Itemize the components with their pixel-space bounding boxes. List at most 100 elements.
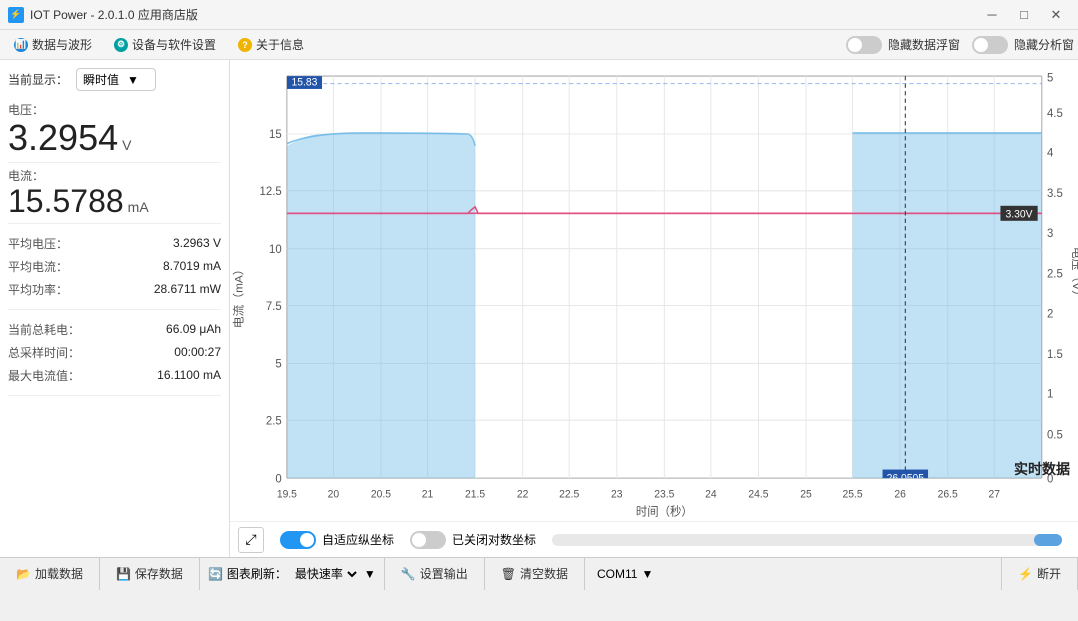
- close-button[interactable]: ✕: [1042, 5, 1070, 25]
- chart-refresh-select[interactable]: 最快速率: [291, 566, 360, 582]
- max-current-label: 最大电流值：: [8, 367, 80, 384]
- current-section: 电流： 15.5788 mA: [8, 163, 221, 224]
- voltage-unit: V: [122, 137, 131, 153]
- avg-current-row: 平均电流： 8.7019 mA: [8, 255, 221, 278]
- svg-text:电流（mA）: 电流（mA）: [232, 263, 246, 328]
- data-icon: 📊: [14, 38, 28, 52]
- com-port-value: COM11: [597, 567, 637, 581]
- scrollbar-thumb[interactable]: [1034, 534, 1062, 546]
- svg-text:2.5: 2.5: [266, 415, 282, 427]
- avg-current-value: 8.7019 mA: [163, 259, 221, 273]
- svg-text:26.5: 26.5: [938, 488, 958, 500]
- output-icon: 🔧: [401, 567, 416, 581]
- disconnect-button[interactable]: ⚡ 断开: [1002, 558, 1078, 590]
- hide-data-toggle[interactable]: [846, 36, 882, 54]
- display-mode-select[interactable]: 瞬时值 ▼: [76, 68, 156, 91]
- svg-text:1: 1: [1047, 389, 1053, 401]
- menu-about-label: 关于信息: [256, 36, 304, 53]
- com-dropdown-icon: ▼: [641, 567, 653, 581]
- max-current-value: 16.1100 mA: [157, 368, 221, 382]
- log-toggle[interactable]: [410, 531, 446, 549]
- realtime-label: 实时数据: [1014, 459, 1070, 479]
- avg-power-label: 平均功率：: [8, 281, 68, 298]
- svg-text:19.5: 19.5: [277, 488, 297, 500]
- current-unit: mA: [128, 199, 149, 215]
- svg-text:20.5: 20.5: [371, 488, 391, 500]
- svg-text:10: 10: [269, 244, 282, 256]
- total-power-label: 当前总耗电：: [8, 321, 80, 338]
- hide-analysis-toggle[interactable]: [972, 36, 1008, 54]
- svg-text:22.5: 22.5: [559, 488, 579, 500]
- chart-refresh-section: 🔄 图表刷新： 最快速率 ▼: [200, 558, 385, 590]
- avg-power-row: 平均功率： 28.6711 mW: [8, 278, 221, 301]
- sample-time-label: 总采样时间：: [8, 344, 80, 361]
- svg-text:0.5: 0.5: [1047, 429, 1063, 441]
- clear-icon: 🗑: [501, 567, 516, 581]
- total-power-row: 当前总耗电： 66.09 μAh: [8, 318, 221, 341]
- avg-voltage-value: 3.2963 V: [173, 236, 221, 250]
- sample-time-value: 00:00:27: [174, 345, 221, 359]
- app-title: IOT Power - 2.0.1.0 应用商店版: [30, 6, 198, 23]
- maximize-button[interactable]: □: [1010, 5, 1038, 25]
- svg-text:4.5: 4.5: [1047, 108, 1063, 120]
- svg-text:电压（V）: 电压（V）: [1070, 247, 1078, 302]
- svg-text:1.5: 1.5: [1047, 349, 1063, 361]
- svg-text:15: 15: [269, 129, 282, 141]
- save-data-button[interactable]: 💾 保存数据: [100, 558, 200, 590]
- waveform-chart: 0 2.5 5 7.5 10 12.5 15 电流（mA） 19.5 20 20…: [230, 60, 1078, 521]
- window-controls: ─ □ ✕: [978, 5, 1070, 25]
- about-icon: ?: [238, 38, 252, 52]
- menu-bar-right: 隐藏数据浮窗 隐藏分析窗: [846, 36, 1074, 54]
- svg-text:22: 22: [517, 488, 529, 500]
- svg-text:23: 23: [611, 488, 623, 500]
- chart-scrollbar[interactable]: [552, 534, 1062, 546]
- svg-text:25.5: 25.5: [843, 488, 863, 500]
- chart-refresh-icon: 🔄: [208, 567, 223, 581]
- save-icon: 💾: [116, 567, 131, 581]
- menu-bar: 📊 数据与波形 ⚙ 设备与软件设置 ? 关于信息 隐藏数据浮窗 隐藏分析窗: [0, 30, 1078, 60]
- title-bar-left: ⚡ IOT Power - 2.0.1.0 应用商店版: [8, 6, 198, 23]
- svg-text:4: 4: [1047, 147, 1054, 159]
- menu-item-settings[interactable]: ⚙ 设备与软件设置: [104, 32, 226, 57]
- set-output-button[interactable]: 🔧 设置输出: [385, 558, 485, 590]
- main-content: 当前显示： 瞬时值 ▼ 电压： 3.2954 V 电流： 15.5788 mA: [0, 60, 1078, 557]
- svg-text:21.5: 21.5: [465, 488, 485, 500]
- chart-area: 0 2.5 5 7.5 10 12.5 15 电流（mA） 19.5 20 20…: [230, 60, 1078, 557]
- chart-container[interactable]: 0 2.5 5 7.5 10 12.5 15 电流（mA） 19.5 20 20…: [230, 60, 1078, 521]
- avg-current-label: 平均电流：: [8, 258, 68, 275]
- adaptive-toggle[interactable]: [280, 531, 316, 549]
- log-label: 已关闭对数坐标: [452, 531, 536, 548]
- svg-text:7.5: 7.5: [266, 301, 282, 313]
- minimize-button[interactable]: ─: [978, 5, 1006, 25]
- svg-text:24: 24: [705, 488, 717, 500]
- svg-text:21: 21: [422, 488, 434, 500]
- adaptive-label: 自适应纵坐标: [322, 531, 394, 548]
- voltage-label: 电压：: [8, 101, 221, 118]
- load-icon: 📂: [16, 567, 31, 581]
- current-value: 15.5788: [8, 184, 124, 219]
- menu-bar-left: 📊 数据与波形 ⚙ 设备与软件设置 ? 关于信息: [4, 32, 314, 57]
- dropdown-arrow-icon: ▼: [127, 73, 139, 87]
- menu-item-data[interactable]: 📊 数据与波形: [4, 32, 102, 57]
- svg-text:时间（秒）: 时间（秒）: [636, 504, 693, 518]
- svg-text:3.5: 3.5: [1047, 188, 1063, 200]
- clear-data-button[interactable]: 🗑 清空数据: [485, 558, 585, 590]
- disconnect-icon: ⚡: [1018, 567, 1033, 581]
- stats-section: 平均电压： 3.2963 V 平均电流： 8.7019 mA 平均功率： 28.…: [8, 224, 221, 310]
- max-current-row: 最大电流值： 16.1100 mA: [8, 364, 221, 387]
- voltage-value-row: 3.2954 V: [8, 118, 221, 158]
- menu-data-label: 数据与波形: [32, 36, 92, 53]
- total-power-value: 66.09 μAh: [166, 322, 221, 336]
- title-bar: ⚡ IOT Power - 2.0.1.0 应用商店版 ─ □ ✕: [0, 0, 1078, 30]
- svg-text:25: 25: [800, 488, 812, 500]
- zoom-fit-button[interactable]: ⤢: [238, 527, 264, 553]
- svg-text:2: 2: [1047, 308, 1053, 320]
- hide-analysis-toggle-group: 隐藏分析窗: [972, 36, 1074, 54]
- load-data-button[interactable]: 📂 加载数据: [0, 558, 100, 590]
- menu-item-about[interactable]: ? 关于信息: [228, 32, 314, 57]
- hide-data-toggle-group: 隐藏数据浮窗: [846, 36, 960, 54]
- com-port-section[interactable]: COM11 ▼: [585, 558, 1002, 590]
- svg-text:0: 0: [275, 473, 281, 485]
- avg-voltage-label: 平均电压：: [8, 235, 68, 252]
- svg-text:5: 5: [1047, 72, 1053, 84]
